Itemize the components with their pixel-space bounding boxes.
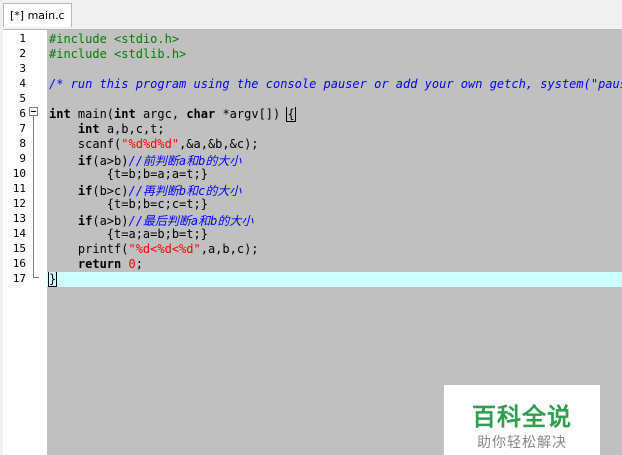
code-text: (b>c): [92, 184, 129, 197]
line-number: 15: [12, 242, 26, 255]
fold-guide-end: [33, 277, 39, 278]
watermark-subtitle: 助你轻松解决: [477, 435, 567, 451]
fold-guide-line: [33, 116, 34, 277]
code-text: *argv[]): [215, 107, 288, 121]
code-line-16[interactable]: return 0;: [47, 257, 622, 272]
keyword: int: [49, 107, 71, 121]
code-text: printf(: [77, 242, 129, 256]
keyword: int: [77, 122, 100, 136]
line-number: 16: [12, 257, 26, 270]
line-number: 3: [19, 62, 26, 75]
code-line-4[interactable]: /* run this program using the console pa…: [47, 77, 622, 92]
code-line-12[interactable]: {t=b;b=c;c=t;}: [47, 197, 622, 212]
number-literal: 0: [128, 257, 136, 271]
line-number: 10: [12, 167, 26, 180]
code-text: a,b,c,t;: [99, 122, 165, 136]
fold-collapse-icon[interactable]: [29, 107, 38, 116]
line-number: 5: [19, 92, 26, 105]
line-number: 6: [19, 107, 26, 120]
code-line-7[interactable]: int a,b,c,t;: [47, 122, 622, 137]
code-line-9[interactable]: if(a>b)//前判断a和b的大小: [47, 152, 622, 167]
code-text: scanf(: [77, 137, 122, 151]
line-number: 7: [19, 122, 26, 135]
line-number-gutter: 1 2 3 4 5 6 7 8 9 10 11 12 13 14 15 16 17: [3, 30, 47, 455]
code-line-11[interactable]: if(b>c)//再判断b和c的大小: [47, 182, 622, 197]
code-line-6[interactable]: int main(int argc, char *argv[]) {: [47, 107, 622, 122]
code-line-10[interactable]: {t=b;b=a;a=t;}: [47, 167, 622, 182]
line-numbers: 1 2 3 4 5 6 7 8 9 10 11 12 13 14 15 16 17: [3, 32, 27, 287]
line-number: 12: [12, 197, 26, 210]
code-text: {t=b;b=c;c=t;}: [106, 197, 208, 211]
tab-bar: [*] main.c: [0, 0, 622, 30]
code-line-13[interactable]: if(a>b)//最后判断a和b的大小: [47, 212, 622, 227]
code-line-1[interactable]: #include <stdio.h>: [47, 32, 622, 47]
code-text: {t=a;a=b;b=t;}: [106, 227, 208, 241]
code-text: (a>b): [92, 214, 129, 227]
watermark-logo: 百科全说 助你轻松解决: [444, 385, 600, 455]
line-number: 11: [12, 182, 26, 195]
matched-brace: }: [47, 272, 58, 287]
code-line-2[interactable]: #include <stdlib.h>: [47, 47, 622, 62]
keyword: char: [186, 107, 216, 121]
code-text: main(: [70, 107, 115, 121]
line-number: 13: [12, 212, 26, 225]
line-number: 2: [19, 47, 26, 60]
code-text: (a>b): [92, 154, 129, 167]
code-text: ,a,b,c);: [200, 242, 259, 256]
watermark-title: 百科全说: [472, 403, 572, 431]
code-line-17-active[interactable]: }: [47, 272, 622, 287]
tab-main-c[interactable]: [*] main.c: [3, 3, 72, 27]
line-number: 17: [12, 272, 26, 285]
code-line-14[interactable]: {t=a;a=b;b=t;}: [47, 227, 622, 242]
keyword: int: [114, 107, 136, 121]
line-comment: //前判断a和b的大小: [128, 154, 242, 167]
code-line-5[interactable]: [47, 92, 622, 107]
code-line-15[interactable]: printf("%d<%d<%d",a,b,c);: [47, 242, 622, 257]
code-line-3[interactable]: [47, 62, 622, 77]
keyword: if: [77, 184, 93, 197]
string-literal: "%d%d%d": [121, 137, 180, 151]
line-comment: //再判断b和c的大小: [128, 184, 242, 197]
line-number: 14: [12, 227, 26, 240]
line-comment: //最后判断a和b的大小: [128, 214, 254, 227]
keyword: if: [77, 154, 93, 167]
preprocessor-include: #include <stdio.h>: [49, 32, 180, 46]
code-text: {t=b;b=a;a=t;}: [106, 167, 208, 181]
editor-window: [*] main.c 1 2 3 4 5 6 7 8 9 10 11 12 13 14 15 16 17 #in…: [0, 0, 622, 455]
block-comment: /* run this program using the console pa…: [49, 77, 622, 91]
code-text: ,&a,&b,&c);: [179, 137, 259, 151]
preprocessor-include: #include <stdlib.h>: [49, 47, 187, 61]
text-cursor: [56, 273, 58, 286]
line-number: 8: [19, 137, 26, 150]
matched-brace: {: [286, 107, 296, 122]
line-number: 1: [19, 32, 26, 45]
string-literal: "%d<%d<%d": [128, 242, 201, 256]
keyword: return: [77, 257, 122, 271]
code-line-8[interactable]: scanf("%d%d%d",&a,&b,&c);: [47, 137, 622, 152]
code-editor[interactable]: 1 2 3 4 5 6 7 8 9 10 11 12 13 14 15 16 17 #include <stdi…: [3, 29, 622, 455]
keyword: if: [77, 214, 93, 227]
line-number: 4: [19, 77, 26, 90]
code-text: argc,: [135, 107, 187, 121]
code-text: ;: [135, 257, 143, 271]
line-number: 9: [19, 152, 26, 165]
